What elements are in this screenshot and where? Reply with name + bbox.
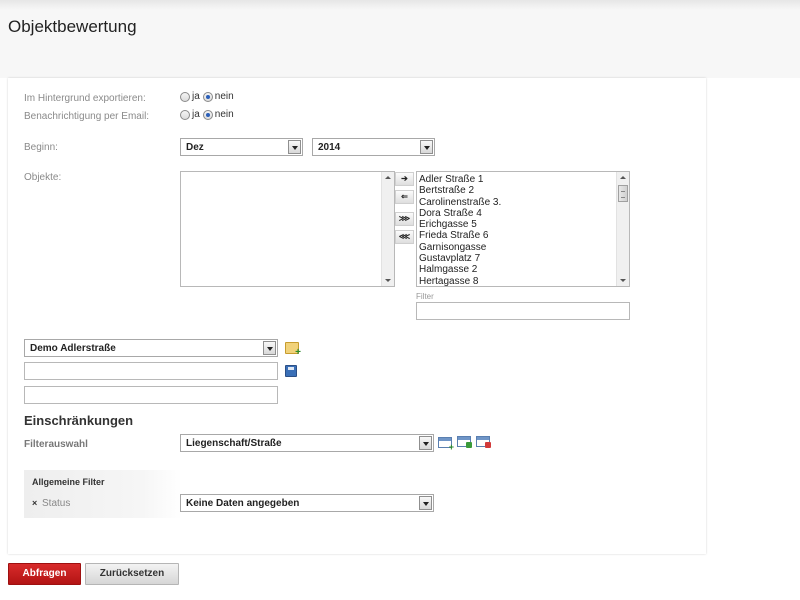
background-export-no-label: nein (214, 91, 234, 102)
available-objects-list: Adler Straße 1 Bertstraße 2 Carolinenstr… (419, 174, 501, 286)
general-filter-title: Allgemeine Filter (32, 477, 105, 487)
list-item[interactable]: Halmgasse 2 (419, 264, 501, 275)
begin-year-select[interactable]: 2014 (312, 138, 435, 156)
objects-label: Objekte: (24, 172, 62, 183)
chevron-down-icon[interactable] (420, 140, 433, 154)
save-icon[interactable] (285, 365, 297, 377)
add-all-button[interactable]: ⋙ (395, 212, 414, 226)
objects-filter-label: Filter (416, 292, 434, 301)
list-item[interactable]: Garnisongasse (419, 242, 501, 253)
email-notification-yes-radio[interactable] (180, 109, 190, 120)
template-select[interactable]: Demo Adlerstraße (24, 339, 278, 357)
list-item[interactable]: Hertagasse 8 (419, 276, 501, 286)
scroll-up-icon[interactable] (382, 172, 394, 183)
filter-select-value: Liegenschaft/Straße (186, 438, 282, 449)
email-notification-no-radio[interactable] (202, 109, 213, 120)
submit-button[interactable]: Abfragen (8, 563, 81, 585)
list-item[interactable]: Dora Straße 4 (419, 208, 501, 219)
remove-all-button[interactable]: ⋘ (395, 230, 414, 244)
background-export-label: Im Hintergrund exportieren: (24, 93, 146, 104)
header-band (0, 0, 800, 78)
selected-objects-scrollbar[interactable] (381, 172, 394, 286)
chevron-down-icon[interactable] (419, 436, 432, 450)
template-name-input[interactable] (24, 362, 278, 380)
email-notification-no-label: nein (214, 109, 234, 120)
background-export-yes-label: ja (192, 91, 200, 102)
list-item[interactable]: Carolinenstraße 3. (419, 197, 501, 208)
add-filter-icon[interactable] (438, 437, 454, 452)
remove-selected-button[interactable]: ⇐ (395, 190, 414, 204)
background-export-yes-radio[interactable] (180, 91, 190, 102)
begin-year-value: 2014 (318, 142, 341, 153)
delete-filter-icon[interactable] (476, 436, 491, 448)
scroll-up-icon[interactable] (617, 172, 629, 183)
background-export-no-radio[interactable] (202, 91, 213, 102)
background-export-radio-group: ja nein (180, 91, 237, 102)
begin-month-select[interactable]: Dez (180, 138, 303, 156)
list-item[interactable]: Frieda Straße 6 (419, 230, 501, 241)
objects-filter-input[interactable] (416, 302, 630, 320)
filter-select[interactable]: Liegenschaft/Straße (180, 434, 434, 452)
scroll-thumb[interactable] (618, 185, 628, 202)
scroll-down-icon[interactable] (617, 275, 629, 286)
available-objects-scrollbar[interactable] (616, 172, 629, 286)
chevron-down-icon[interactable] (419, 496, 432, 510)
page-title: Objektbewertung (8, 17, 137, 36)
list-item[interactable]: Bertstraße 2 (419, 185, 501, 196)
restrictions-title: Einschränkungen (24, 413, 134, 428)
chevron-down-icon[interactable] (263, 341, 276, 355)
email-notification-label: Benachrichtigung per Email: (24, 111, 150, 122)
template-description-input[interactable] (24, 386, 278, 404)
begin-month-value: Dez (186, 142, 204, 153)
list-item[interactable]: Gustavplatz 7 (419, 253, 501, 264)
available-objects-listbox[interactable]: Adler Straße 1 Bertstraße 2 Carolinenstr… (416, 171, 630, 287)
list-item[interactable]: Erichgasse 5 (419, 219, 501, 230)
email-notification-yes-label: ja (192, 109, 200, 120)
add-selected-button[interactable]: ➔ (395, 172, 414, 186)
status-select[interactable]: Keine Daten angegeben (180, 494, 434, 512)
add-folder-icon[interactable] (285, 342, 301, 358)
chevron-down-icon[interactable] (288, 140, 301, 154)
email-notification-radio-group: ja nein (180, 109, 237, 120)
template-select-value: Demo Adlerstraße (30, 343, 116, 354)
remove-filter-icon[interactable]: × (32, 498, 37, 508)
status-filter-label: Status (42, 498, 71, 509)
list-item[interactable]: Adler Straße 1 (419, 174, 501, 185)
selected-objects-listbox[interactable] (180, 171, 395, 287)
status-select-value: Keine Daten angegeben (186, 498, 300, 509)
scroll-down-icon[interactable] (382, 275, 394, 286)
filter-select-label: Filterauswahl (24, 439, 88, 450)
begin-label: Beginn: (24, 142, 58, 153)
edit-filter-icon[interactable] (457, 436, 472, 448)
reset-button[interactable]: Zurücksetzen (85, 563, 179, 585)
